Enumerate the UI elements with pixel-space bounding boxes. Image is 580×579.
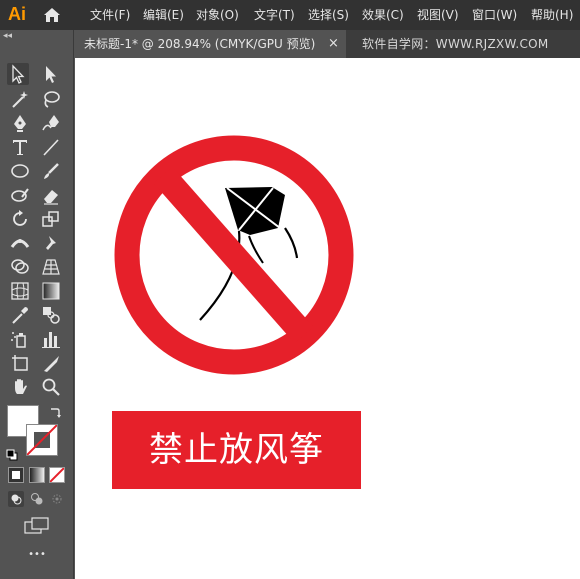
color-mode-icon[interactable] [8,467,24,483]
draw-behind-icon[interactable] [29,491,45,507]
line-segment-tool-icon[interactable] [40,136,62,158]
sign-label-text: 禁止放风筝 [149,430,324,470]
direct-selection-tool-icon[interactable] [40,63,62,85]
lasso-tool-icon[interactable] [40,88,62,110]
menu-bar: Ai 文件(F) 编辑(E) 对象(O) 文字(T) 选择(S) 效果(C) 视… [0,0,580,30]
artboard-tool-icon[interactable] [9,352,31,374]
close-icon[interactable]: × [328,30,339,58]
gradient-mode-icon[interactable] [29,467,45,483]
draw-normal-icon[interactable] [8,491,24,507]
pen-tool-icon[interactable] [9,112,31,134]
stroke-swatch[interactable] [26,424,58,456]
document-tab-bar: 未标题-1* @ 208.94% (CMYK/GPU 预览) × 软件自学网：W… [74,30,580,58]
type-tool-icon[interactable] [9,136,31,158]
ellipse-tool-icon[interactable] [9,160,31,182]
mesh-tool-icon[interactable] [9,280,31,302]
selection-tool-icon[interactable] [7,63,29,85]
menu-edit[interactable]: 编辑(E) [143,0,184,30]
hand-tool-icon[interactable] [9,376,31,398]
scale-tool-icon[interactable] [40,208,62,230]
swap-fill-stroke-icon[interactable] [48,405,62,419]
shaper-tool-icon[interactable] [9,184,31,206]
eyedropper-tool-icon[interactable] [9,304,31,326]
watermark-text: 软件自学网：WWW.RJZXW.COM [362,37,549,51]
tools-panel: ◂◂ ••• [0,30,74,579]
shape-builder-tool-icon[interactable] [9,256,31,278]
prohibition-sign [114,135,354,375]
width-tool-icon[interactable] [9,232,31,254]
draw-inside-icon[interactable] [49,491,65,507]
document-tab-title: 未标题-1* @ 208.94% (CMYK/GPU 预览) [84,37,316,51]
menu-window[interactable]: 窗口(W) [472,0,517,30]
curvature-tool-icon[interactable] [40,112,62,134]
artboard-canvas[interactable]: 禁止放风筝 [75,58,580,579]
gradient-tool-icon[interactable] [40,280,62,302]
none-mode-icon[interactable] [49,467,65,483]
menu-effect[interactable]: 效果(C) [362,0,404,30]
magic-wand-tool-icon[interactable] [9,88,31,110]
blend-tool-icon[interactable] [40,304,62,326]
home-icon[interactable] [42,5,62,25]
default-fill-stroke-icon[interactable] [6,446,18,461]
perspective-grid-tool-icon[interactable] [40,256,62,278]
symbol-sprayer-tool-icon[interactable] [9,328,31,350]
menu-type[interactable]: 文字(T) [254,0,295,30]
eraser-tool-icon[interactable] [40,184,62,206]
sign-label-box: 禁止放风筝 [112,411,361,489]
puppet-warp-tool-icon[interactable] [40,232,62,254]
screen-mode-icon[interactable] [24,517,50,535]
app-logo: Ai [8,4,26,24]
column-graph-tool-icon[interactable] [40,328,62,350]
menu-file[interactable]: 文件(F) [90,0,130,30]
menu-object[interactable]: 对象(O) [196,0,239,30]
paintbrush-tool-icon[interactable] [40,160,62,182]
menu-select[interactable]: 选择(S) [308,0,349,30]
document-tab[interactable]: 未标题-1* @ 208.94% (CMYK/GPU 预览) × [74,30,346,58]
menu-view[interactable]: 视图(V) [417,0,459,30]
menu-help[interactable]: 帮助(H) [531,0,573,30]
slice-tool-icon[interactable] [40,352,62,374]
rotate-tool-icon[interactable] [9,208,31,230]
edit-toolbar-icon[interactable]: ••• [26,548,48,562]
zoom-tool-icon[interactable] [40,376,62,398]
collapse-panel-icon[interactable]: ◂◂ [3,31,12,41]
